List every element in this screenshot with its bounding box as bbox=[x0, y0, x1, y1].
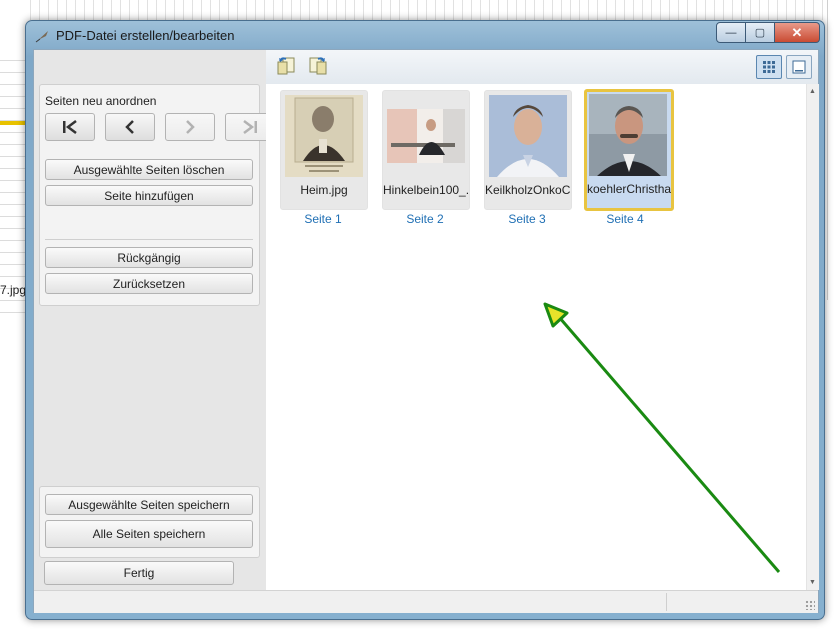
single-page-view-icon bbox=[792, 60, 806, 74]
reorder-heading: Seiten neu anordnen bbox=[45, 94, 157, 108]
status-bar bbox=[34, 590, 818, 613]
done-button[interactable]: Fertig bbox=[44, 561, 234, 585]
thumbnail-view-button[interactable] bbox=[756, 55, 782, 79]
single-page-view-button[interactable] bbox=[786, 55, 812, 79]
title-bar[interactable]: PDF-Datei erstellen/bearbeiten — ▢ ✕ bbox=[26, 21, 824, 49]
feather-pen-icon bbox=[35, 31, 48, 43]
page-number-label: Seite 3 bbox=[508, 212, 546, 226]
move-prev-button[interactable] bbox=[105, 113, 155, 141]
move-first-icon bbox=[63, 120, 77, 134]
pdf-dialog-window: PDF-Datei erstellen/bearbeiten — ▢ ✕ Sei… bbox=[25, 20, 825, 620]
move-next-button[interactable] bbox=[165, 113, 215, 141]
move-first-button[interactable] bbox=[45, 113, 95, 141]
page-thumbnails-area[interactable]: Heim.jpg Seite 1 Hinkelbein100_... Seite… bbox=[266, 84, 806, 590]
rotate-left-icon[interactable] bbox=[276, 56, 296, 76]
scroll-up-icon[interactable]: ▲ bbox=[809, 88, 816, 95]
dialog-client-area: Seiten neu anordnen Ausgewählte Seiten l… bbox=[33, 49, 819, 613]
undo-button[interactable]: Rückgängig bbox=[45, 247, 253, 268]
page-image bbox=[589, 94, 667, 176]
page-filename: Hinkelbein100_... bbox=[383, 183, 469, 197]
page-number-label: Seite 2 bbox=[406, 212, 444, 226]
background-left-column bbox=[0, 60, 26, 320]
reorder-group: Seiten neu anordnen Ausgewählte Seiten l… bbox=[39, 84, 275, 306]
caption-buttons: — ▢ ✕ bbox=[716, 22, 820, 43]
add-page-button[interactable]: Seite hinzufügen bbox=[45, 185, 253, 206]
page-image bbox=[285, 95, 363, 177]
grid-view-icon bbox=[763, 61, 775, 73]
delete-selected-button[interactable]: Ausgewählte Seiten löschen bbox=[45, 159, 253, 180]
move-last-icon bbox=[243, 120, 257, 134]
reset-button[interactable]: Zurücksetzen bbox=[45, 273, 253, 294]
background-highlight-bar bbox=[0, 121, 26, 125]
save-all-button[interactable]: Alle Seiten speichern bbox=[45, 520, 253, 548]
page-thumbnail[interactable]: Hinkelbein100_... bbox=[382, 90, 470, 210]
page-filename: koehlerChristha... bbox=[587, 182, 671, 196]
maximize-button[interactable]: ▢ bbox=[746, 22, 775, 43]
page-number-label: Seite 1 bbox=[304, 212, 342, 226]
move-next-icon bbox=[186, 120, 195, 134]
scroll-down-icon[interactable]: ▼ bbox=[809, 579, 816, 586]
page-filename: Heim.jpg bbox=[300, 183, 348, 197]
maximize-icon: ▢ bbox=[754, 27, 766, 39]
page-number-label: Seite 4 bbox=[606, 212, 644, 226]
page-image bbox=[387, 95, 465, 177]
page-toolbar bbox=[266, 50, 818, 84]
close-icon: ✕ bbox=[791, 24, 803, 40]
window-title: PDF-Datei erstellen/bearbeiten bbox=[56, 28, 235, 43]
background-text-lines bbox=[30, 0, 830, 20]
move-prev-icon bbox=[125, 120, 134, 134]
page-thumbnail[interactable]: KeilkholzOnkoC... bbox=[484, 90, 572, 210]
close-button[interactable]: ✕ bbox=[775, 22, 820, 43]
save-group: Ausgewählte Seiten speichern Alle Seiten… bbox=[39, 486, 260, 558]
group-divider bbox=[45, 239, 253, 240]
page-nav-row bbox=[45, 113, 275, 141]
page-thumbnail[interactable]: Heim.jpg bbox=[280, 90, 368, 210]
page-thumbnail-selected[interactable]: koehlerChristha... bbox=[584, 89, 674, 211]
minimize-icon: — bbox=[725, 26, 737, 39]
minimize-button[interactable]: — bbox=[716, 22, 746, 43]
resize-grip-icon[interactable] bbox=[805, 600, 815, 610]
vertical-scrollbar[interactable]: ▲ ▼ bbox=[806, 84, 819, 590]
save-selected-button[interactable]: Ausgewählte Seiten speichern bbox=[45, 494, 253, 515]
page-filename: KeilkholzOnkoC... bbox=[485, 183, 571, 197]
rotate-right-icon[interactable] bbox=[308, 56, 328, 76]
left-panel: Seiten neu anordnen Ausgewählte Seiten l… bbox=[34, 50, 275, 590]
background-divider bbox=[827, 0, 828, 300]
status-divider bbox=[666, 593, 667, 611]
background-file-label: 7.jpg bbox=[0, 283, 27, 297]
page-image bbox=[489, 95, 567, 177]
